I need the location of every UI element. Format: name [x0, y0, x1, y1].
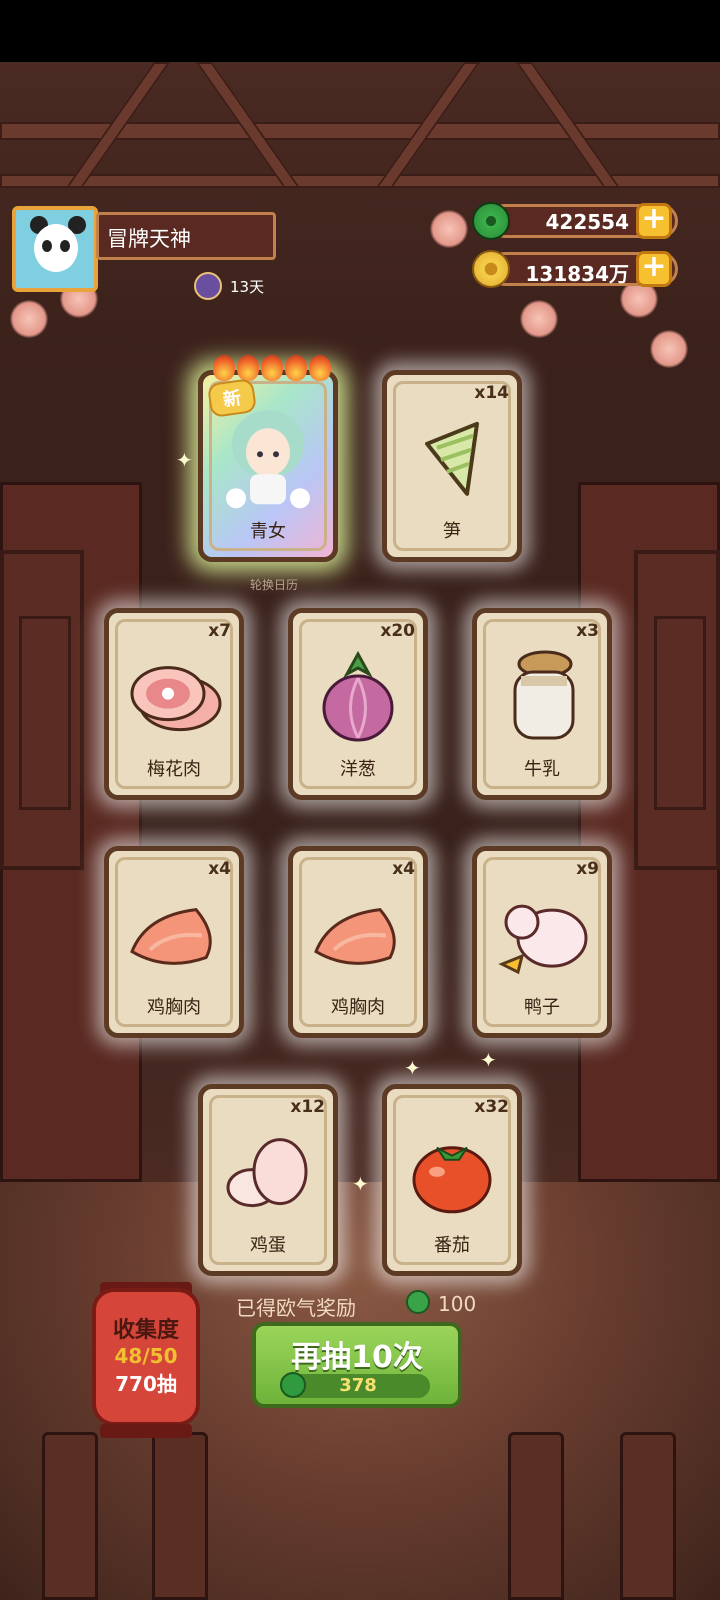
fence-post	[620, 1432, 676, 1600]
card-count: x14	[474, 383, 509, 403]
card-milk[interactable]: x3 牛乳	[472, 608, 612, 800]
card-label: 鸡胸肉	[331, 997, 385, 1018]
card-count: x9	[576, 859, 599, 879]
card-label: 洋葱	[340, 759, 376, 780]
card-count: x3	[576, 621, 599, 641]
avatar[interactable]	[12, 206, 98, 292]
player-name[interactable]: 冒牌天神	[96, 212, 276, 260]
card-label: 青女	[250, 521, 286, 542]
fence-post	[152, 1432, 208, 1600]
card-count: x4	[392, 859, 415, 879]
card-duck[interactable]: x9 鸭子	[472, 846, 612, 1038]
sparkle-icon: ✦	[176, 448, 193, 472]
card-label: 梅花肉	[147, 759, 201, 780]
lantern-base	[100, 1424, 192, 1438]
flame-icon	[285, 355, 307, 381]
add-jade-button[interactable]: +	[636, 203, 672, 239]
fence-post	[42, 1432, 98, 1600]
card-qingnv[interactable]: 新 青女	[198, 355, 338, 562]
collection-title: 收集度	[112, 1318, 179, 1343]
collection-draws: 770抽	[115, 1372, 177, 1396]
draw-again-button[interactable]: 再抽10次 378	[252, 1322, 462, 1408]
egg-icon	[226, 1138, 308, 1208]
coin-icon	[472, 250, 510, 288]
card-tomato[interactable]: x32 番茄	[382, 1084, 522, 1276]
jade-icon	[280, 1372, 306, 1398]
flame-icon	[261, 355, 283, 381]
card-chicken-breast[interactable]: x4 鸡胸肉	[288, 846, 428, 1038]
card-label: 笋	[443, 521, 461, 542]
login-days-icon	[194, 272, 222, 300]
card-onion[interactable]: x20 洋葱	[288, 608, 428, 800]
card-label: 番茄	[434, 1235, 470, 1256]
luck-reward-text: 已得欧气奖励	[236, 1296, 356, 1320]
character-qingnv-icon	[226, 410, 310, 509]
pork-icon	[130, 666, 222, 732]
flame-icon	[237, 355, 259, 381]
draw-cost-value: 378	[339, 1375, 377, 1396]
card-label: 鸡胸肉	[147, 997, 201, 1018]
login-days: 13天	[230, 278, 265, 296]
collection-progress: 48/50	[114, 1344, 178, 1368]
card-count: x32	[474, 1097, 509, 1117]
card-count: x4	[208, 859, 231, 879]
status-bar	[0, 0, 720, 62]
card-label: 鸡蛋	[250, 1235, 286, 1256]
tomato-icon	[412, 1146, 492, 1214]
left-window-lattice	[0, 550, 84, 870]
card-egg[interactable]: x12 鸡蛋	[198, 1084, 338, 1276]
sparkle-icon: ✦	[480, 1048, 497, 1072]
blossom-decoration	[430, 210, 468, 248]
card-label: 牛乳	[524, 759, 560, 780]
sparkle-icon: ✦	[352, 1172, 369, 1196]
flame-icon	[309, 355, 331, 381]
card-count: x20	[380, 621, 415, 641]
card-bamboo-shoot[interactable]: x14 笋	[382, 370, 522, 562]
card-label: 鸭子	[524, 997, 560, 1018]
draw-cost: 378	[280, 1372, 430, 1398]
card-count: x7	[208, 621, 231, 641]
chicken-breast-icon	[130, 908, 212, 965]
luck-reward-value: 100	[438, 1292, 477, 1316]
panda-eye	[60, 240, 70, 252]
duck-icon	[498, 904, 588, 975]
blossom-decoration	[650, 330, 688, 368]
sparkle-icon: ✦	[404, 1056, 421, 1080]
panda-face-icon	[34, 224, 78, 272]
jade-icon	[472, 202, 510, 240]
card-pork[interactable]: x7 梅花肉	[104, 608, 244, 800]
collection-lantern[interactable]: 收集度 48/50 770抽	[92, 1288, 200, 1426]
card-chicken-breast[interactable]: x4 鸡胸肉	[104, 846, 244, 1038]
onion-icon	[322, 650, 394, 742]
flame-icon	[213, 355, 235, 381]
panda-eye	[42, 240, 52, 252]
add-coins-button[interactable]: +	[636, 251, 672, 287]
bamboo-shoot-icon	[425, 421, 479, 496]
blossom-decoration	[10, 300, 48, 338]
calendar-label: 轮换日历	[250, 578, 299, 592]
right-window-lattice	[634, 550, 720, 870]
card-count: x12	[290, 1097, 325, 1117]
jade-icon	[406, 1290, 430, 1314]
milk-jar-icon	[513, 650, 575, 740]
chicken-breast-icon	[314, 908, 396, 965]
draw-again-label: 再抽10次	[291, 1340, 423, 1375]
fence-post	[508, 1432, 564, 1600]
blossom-decoration	[520, 300, 558, 338]
